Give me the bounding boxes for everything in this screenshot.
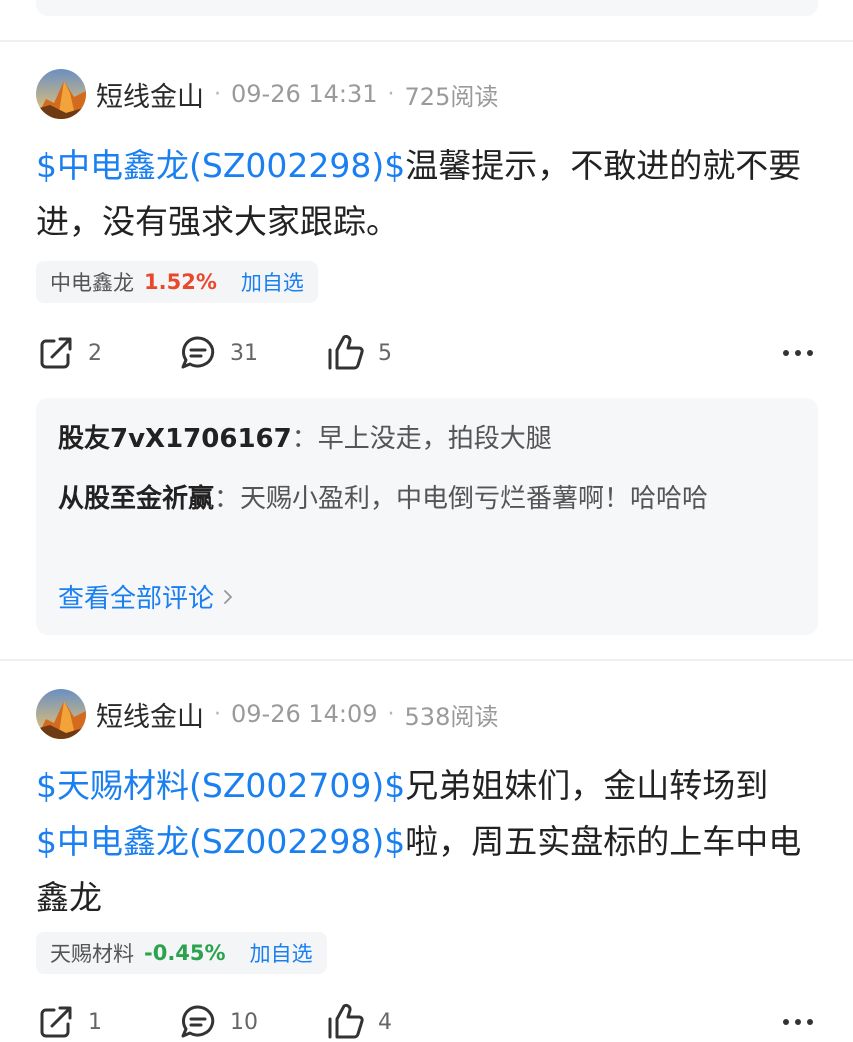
share-button[interactable]: 2 [36,333,102,373]
comment-preview-box[interactable]: 股友7vX1706167：早上没走，拍段大腿 从股至金祈赢：天赐小盈利，中电倒亏… [36,398,818,635]
post-meta: 短线金山 · 09-26 14:31 · 725阅读 [36,68,498,120]
view-all-label: 查看全部评论 [58,584,215,614]
share-count: 2 [88,340,102,366]
post-time: 09-26 14:09 [231,700,378,728]
post-content[interactable]: $天赐材料(SZ002709)$兄弟姐妹们，金山转场到$中电鑫龙(SZ00229… [36,758,816,926]
stock-link[interactable]: $中电鑫龙(SZ002298)$ [36,146,405,185]
share-button[interactable]: 1 [36,1002,102,1042]
chip-stock-change: -0.45% [144,941,226,965]
post-text: 兄弟姐妹们，金山转场到 [405,766,769,805]
meta-dot: · [387,701,395,727]
comment-button[interactable]: 31 [178,333,258,373]
chip-stock-name: 天赐材料 [50,942,134,966]
share-icon [40,337,72,369]
meta-dot: · [387,81,395,107]
more-button[interactable] [778,333,818,373]
more-icon [783,1019,813,1025]
comment-count: 10 [230,1009,258,1035]
stock-link[interactable]: $天赐材料(SZ002709)$ [36,766,405,805]
view-all-comments-link[interactable]: 查看全部评论 [58,578,234,615]
author-name[interactable]: 短线金山 [96,695,204,734]
stock-quote-chip[interactable]: 中电鑫龙 1.52% 加自选 [36,261,318,303]
like-icon [328,1003,364,1039]
more-button[interactable] [778,1002,818,1042]
chip-stock-change: 1.52% [144,270,217,294]
post-meta: 短线金山 · 09-26 14:09 · 538阅读 [36,688,498,740]
comment-icon [181,1005,215,1038]
like-count: 4 [378,1009,392,1035]
comment-text: 早上没走，拍段大腿 [317,424,552,454]
post-divider [0,659,853,661]
post-actions: 1 10 4 [36,1002,818,1042]
more-icon [783,350,813,356]
comment-count: 31 [230,340,258,366]
comment-sep: ： [291,424,318,454]
share-icon [40,1006,72,1038]
like-count: 5 [378,340,392,366]
comment-item[interactable]: 股友7vX1706167：早上没走，拍段大腿 [58,417,798,461]
meta-dot: · [214,701,221,727]
meta-dot: · [214,81,221,107]
post-time: 09-26 14:31 [231,80,378,108]
like-button[interactable]: 4 [326,1002,392,1042]
comment-user[interactable]: 股友7vX1706167 [58,424,292,454]
comment-icon [181,336,215,369]
add-to-watchlist-button[interactable]: 加自选 [250,938,313,968]
previous-post-comments-tail [36,0,818,16]
read-count: 538阅读 [404,702,499,731]
chip-stock-name: 中电鑫龙 [50,271,134,295]
post-content[interactable]: $中电鑫龙(SZ002298)$温馨提示，不敢进的就不要进，没有强求大家跟踪。 [36,138,816,250]
stock-quote-chip[interactable]: 天赐材料 -0.45% 加自选 [36,932,327,974]
chevron-right-icon [224,589,232,604]
comment-user[interactable]: 从股至金祈赢 [58,484,214,514]
author-name[interactable]: 短线金山 [96,75,204,114]
comment-text: 天赐小盈利，中电倒亏烂番薯啊！哈哈哈 [240,484,709,514]
mountain-avatar[interactable] [36,69,86,119]
comment-sep: ： [214,484,241,514]
like-icon [328,334,364,370]
post-actions: 2 31 5 [36,333,818,373]
like-button[interactable]: 5 [326,333,392,373]
stock-link[interactable]: $中电鑫龙(SZ002298)$ [36,822,405,861]
post-divider [0,40,853,42]
read-count: 725阅读 [404,82,499,111]
mountain-avatar[interactable] [36,689,86,739]
share-count: 1 [88,1009,102,1035]
add-to-watchlist-button[interactable]: 加自选 [241,267,304,297]
comment-item[interactable]: 从股至金祈赢：天赐小盈利，中电倒亏烂番薯啊！哈哈哈 [58,477,798,521]
comment-button[interactable]: 10 [178,1002,258,1042]
